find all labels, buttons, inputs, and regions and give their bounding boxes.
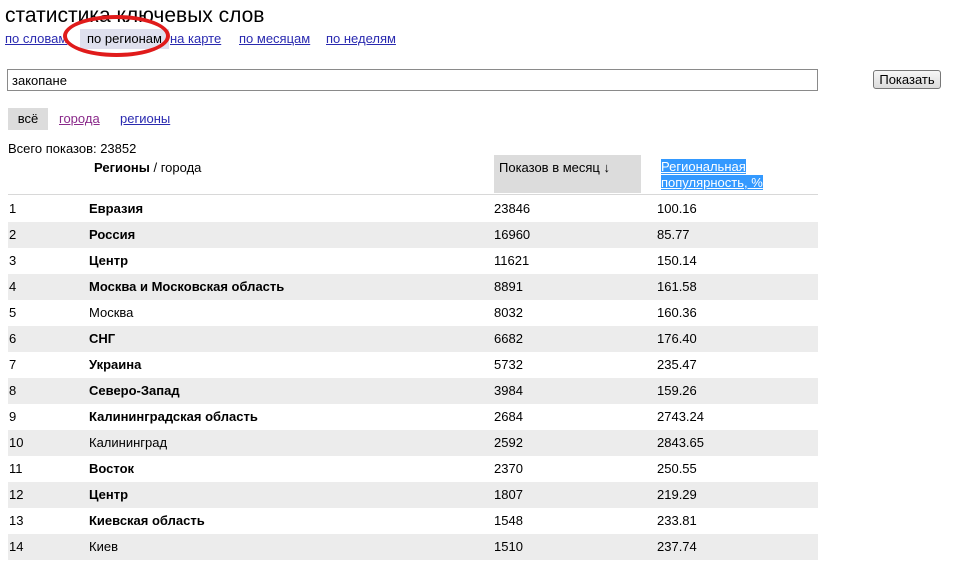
shows-count: 6682 [494, 331, 523, 346]
row-number: 13 [9, 513, 24, 528]
shows-count: 2370 [494, 461, 523, 476]
filter-all-tab[interactable]: всё [8, 108, 48, 130]
column-header-regions: Регионы / города [94, 160, 201, 175]
row-number: 5 [9, 305, 17, 320]
popularity-value: 233.81 [657, 513, 697, 528]
shows-count: 3984 [494, 383, 523, 398]
table-row: 3 Центр 11621 150.14 [8, 248, 818, 274]
row-number: 11 [9, 461, 23, 476]
shows-count: 5732 [494, 357, 523, 372]
nav-by-months-link[interactable]: по месяцам [239, 31, 310, 47]
row-number: 4 [9, 279, 17, 294]
row-number: 9 [9, 409, 17, 424]
popularity-value: 85.77 [657, 227, 690, 242]
popularity-value: 2843.65 [657, 435, 704, 450]
shows-count: 23846 [494, 201, 531, 216]
row-number: 6 [9, 331, 17, 346]
column-header-cities-label: / города [149, 160, 202, 175]
total-impressions: Всего показов: 23852 [8, 141, 137, 156]
region-name[interactable]: Россия [89, 228, 135, 242]
table-row: 14 Киев 1510 237.74 [8, 534, 818, 560]
table-row: 2 Россия 16960 85.77 [8, 222, 818, 248]
shows-count: 8891 [494, 279, 523, 294]
nav-by-words-link[interactable]: по словам [5, 31, 67, 47]
region-name[interactable]: Центр [89, 488, 128, 502]
region-name[interactable]: Украина [89, 358, 141, 372]
search-input[interactable] [7, 69, 818, 91]
table-row: 12 Центр 1807 219.29 [8, 482, 818, 508]
region-name[interactable]: СНГ [89, 332, 115, 346]
region-name[interactable]: Центр [89, 254, 128, 268]
red-annotation-circle [63, 15, 170, 57]
table-row: 4 Москва и Московская область 8891 161.58 [8, 274, 818, 300]
shows-count: 1548 [494, 513, 523, 528]
popularity-value: 161.58 [657, 279, 697, 294]
region-name[interactable]: Киевская область [89, 514, 205, 528]
region-name[interactable]: Калининградская область [89, 410, 258, 424]
popularity-value: 250.55 [657, 461, 697, 476]
row-number: 10 [9, 435, 24, 450]
popularity-value: 2743.24 [657, 409, 704, 424]
show-button[interactable]: Показать [873, 70, 941, 89]
table-row: 5 Москва 8032 160.36 [8, 300, 818, 326]
page-title: статистика ключевых слов [5, 4, 265, 27]
row-number: 14 [9, 539, 24, 554]
row-number: 3 [9, 253, 17, 268]
shows-count: 11621 [494, 253, 530, 268]
popularity-value: 159.26 [657, 383, 697, 398]
column-header-popularity-label: Региональная популярность, % [661, 159, 763, 190]
column-header-shows[interactable]: Показов в месяц ↓ [494, 155, 641, 193]
region-name[interactable]: Евразия [89, 202, 143, 216]
table-row: 6 СНГ 6682 176.40 [8, 326, 818, 352]
header-divider [8, 194, 818, 195]
shows-count: 16960 [494, 227, 531, 242]
table-row: 8 Северо-Запад 3984 159.26 [8, 378, 818, 404]
region-name[interactable]: Москва и Московская область [89, 280, 284, 294]
region-name[interactable]: Северо-Запад [89, 384, 180, 398]
row-number: 8 [9, 383, 17, 398]
table-row: 10 Калининград 2592 2843.65 [8, 430, 818, 456]
table-row: 1 Евразия 23846 100.16 [8, 196, 818, 222]
nav-by-weeks-link[interactable]: по неделям [326, 31, 396, 47]
row-number: 12 [9, 487, 24, 502]
regions-table: 1 Евразия 23846 100.16 2 Россия 16960 85.77 3 Цен… [8, 196, 818, 560]
popularity-value: 219.29 [657, 487, 697, 502]
shows-count: 1807 [494, 487, 523, 502]
row-number: 7 [9, 357, 17, 372]
table-row: 13 Киевская область 1548 233.81 [8, 508, 818, 534]
table-row: 7 Украина 5732 235.47 [8, 352, 818, 378]
region-name[interactable]: Восток [89, 462, 134, 476]
column-header-regions-label[interactable]: Регионы [94, 160, 150, 175]
popularity-value: 235.47 [657, 357, 697, 372]
table-row: 9 Калининградская область 2684 2743.24 [8, 404, 818, 430]
shows-count: 1510 [494, 539, 523, 554]
popularity-value: 237.74 [657, 539, 697, 554]
region-name[interactable]: Калининград [89, 436, 167, 450]
region-name[interactable]: Киев [89, 540, 118, 554]
shows-count: 2592 [494, 435, 523, 450]
popularity-value: 160.36 [657, 305, 697, 320]
shows-count: 2684 [494, 409, 523, 424]
region-name[interactable]: Москва [89, 306, 133, 320]
popularity-value: 100.16 [657, 201, 697, 216]
filter-cities-link[interactable]: города [59, 111, 100, 127]
popularity-value: 176.40 [657, 331, 697, 346]
nav-on-map-link[interactable]: на карте [170, 31, 221, 47]
shows-count: 8032 [494, 305, 523, 320]
filter-regions-link[interactable]: регионы [120, 111, 170, 127]
row-number: 1 [9, 201, 17, 216]
popularity-value: 150.14 [657, 253, 697, 268]
row-number: 2 [9, 227, 17, 242]
table-row: 11 Восток 2370 250.55 [8, 456, 818, 482]
column-header-popularity[interactable]: Региональная популярность, % [661, 159, 813, 191]
